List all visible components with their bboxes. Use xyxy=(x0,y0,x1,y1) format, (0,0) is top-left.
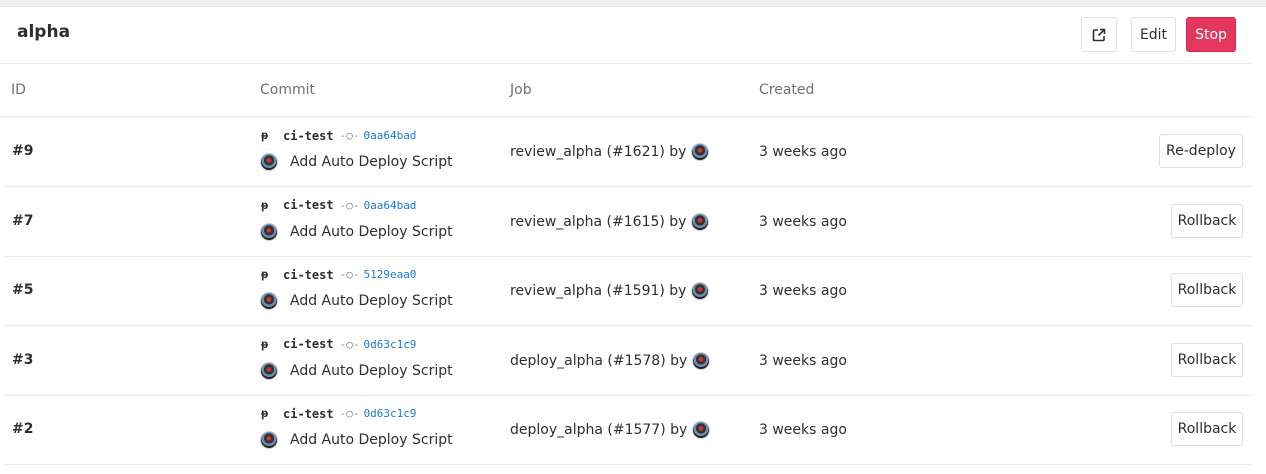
branch-icon: ᵽ xyxy=(261,406,269,420)
commit-icon: -○- xyxy=(339,129,360,142)
commit-ref: ᵽ ci-test -○- 0d63c1c9 xyxy=(261,337,416,352)
branch-icon: ᵽ xyxy=(261,267,269,281)
deployment-id: #2 xyxy=(12,421,34,437)
commit-ref: ᵽ ci-test -○- 5129eaa0 xyxy=(261,267,416,282)
external-link-icon xyxy=(1092,28,1106,41)
top-border xyxy=(0,0,1266,7)
user-avatar[interactable] xyxy=(260,292,278,310)
commit-message-link[interactable]: Add Auto Deploy Script xyxy=(290,363,453,379)
header-commit: Commit xyxy=(260,82,315,98)
commit-sha-link[interactable]: 0aa64bad xyxy=(363,129,416,142)
redeploy-button[interactable]: Re-deploy xyxy=(1159,134,1243,168)
commit-message-link[interactable]: Add Auto Deploy Script xyxy=(290,154,453,170)
branch-icon: ᵽ xyxy=(261,128,269,142)
user-avatar[interactable] xyxy=(692,421,711,439)
created-time: 3 weeks ago xyxy=(759,144,847,160)
deployment-id: #3 xyxy=(12,351,34,368)
user-avatar[interactable] xyxy=(260,431,278,449)
table-row: #3 ᵽ ci-test -○- 0d63c1c9 Add Auto Deplo… xyxy=(4,326,1251,396)
table-row: #5 ᵽ ci-test -○- 5129eaa0 Add Auto Deplo… xyxy=(4,256,1251,326)
commit-message-link[interactable]: Add Auto Deploy Script xyxy=(290,224,453,240)
branch-name-link[interactable]: ci-test xyxy=(283,129,334,143)
created-time: 3 weeks ago xyxy=(759,283,847,299)
job-link[interactable]: review_alpha (#1621) by xyxy=(510,144,686,160)
commit-message-line: Add Auto Deploy Script xyxy=(260,153,453,171)
job-cell: deploy_alpha (#1578) by xyxy=(510,351,711,370)
commit-sha-link[interactable]: 0aa64bad xyxy=(363,199,416,212)
branch-icon: ᵽ xyxy=(261,336,269,351)
job-link[interactable]: review_alpha (#1591) by xyxy=(510,283,686,299)
user-avatar[interactable] xyxy=(260,153,278,171)
commit-icon: -○- xyxy=(339,268,360,281)
user-avatar[interactable] xyxy=(260,222,278,241)
job-link[interactable]: deploy_alpha (#1578) by xyxy=(510,353,687,369)
commit-message-line: Add Auto Deploy Script xyxy=(260,431,453,449)
commit-icon: -○- xyxy=(339,407,360,420)
branch-name-link[interactable]: ci-test xyxy=(283,198,334,212)
edit-button[interactable]: Edit xyxy=(1131,17,1176,52)
user-avatar[interactable] xyxy=(260,361,278,380)
job-cell: review_alpha (#1621) by xyxy=(510,143,710,161)
commit-message-line: Add Auto Deploy Script xyxy=(260,361,453,380)
job-link[interactable]: deploy_alpha (#1577) by xyxy=(510,422,687,438)
commit-message-line: Add Auto Deploy Script xyxy=(260,222,453,241)
deployment-id: #9 xyxy=(12,143,34,159)
user-avatar[interactable] xyxy=(692,351,711,370)
created-time: 3 weeks ago xyxy=(759,213,847,230)
commit-sha-link[interactable]: 5129eaa0 xyxy=(363,268,416,281)
environment-title: alpha xyxy=(17,22,71,42)
table-row: #9 ᵽ ci-test -○- 0aa64bad Add Auto Deplo… xyxy=(4,117,1251,187)
header-id: ID xyxy=(11,82,26,98)
commit-message-line: Add Auto Deploy Script xyxy=(260,292,453,310)
user-avatar[interactable] xyxy=(691,212,710,231)
created-time: 3 weeks ago xyxy=(759,352,847,369)
user-avatar[interactable] xyxy=(691,143,710,161)
job-cell: review_alpha (#1591) by xyxy=(510,282,710,300)
commit-icon: -○- xyxy=(339,198,360,212)
header-created: Created xyxy=(759,82,815,98)
branch-name-link[interactable]: ci-test xyxy=(283,407,334,421)
commit-sha-link[interactable]: 0d63c1c9 xyxy=(363,407,416,420)
environment-header: alpha Edit Stop xyxy=(0,7,1251,64)
table-row: #2 ᵽ ci-test -○- 0d63c1c9 Add Auto Deplo… xyxy=(4,395,1251,465)
commit-sha-link[interactable]: 0d63c1c9 xyxy=(363,338,416,351)
table-row: #7 ᵽ ci-test -○- 0aa64bad Add Auto Deplo… xyxy=(4,187,1251,257)
rollback-button[interactable]: Rollback xyxy=(1171,273,1243,307)
header-job: Job xyxy=(510,82,532,98)
job-link[interactable]: review_alpha (#1615) by xyxy=(510,214,686,230)
user-avatar[interactable] xyxy=(691,282,710,300)
commit-ref: ᵽ ci-test -○- 0aa64bad xyxy=(261,198,416,213)
commit-message-link[interactable]: Add Auto Deploy Script xyxy=(290,293,453,309)
open-external-button[interactable] xyxy=(1081,17,1117,52)
commit-ref: ᵽ ci-test -○- 0aa64bad xyxy=(261,128,416,143)
commit-icon: -○- xyxy=(339,337,360,351)
commit-message-link[interactable]: Add Auto Deploy Script xyxy=(290,432,453,448)
deployment-id: #5 xyxy=(12,282,34,298)
rollback-button[interactable]: Rollback xyxy=(1171,412,1243,446)
deployment-id: #7 xyxy=(12,212,34,229)
branch-icon: ᵽ xyxy=(261,197,269,212)
stop-button[interactable]: Stop xyxy=(1186,17,1236,52)
branch-name-link[interactable]: ci-test xyxy=(283,337,334,351)
created-time: 3 weeks ago xyxy=(759,422,847,438)
table-header: ID Commit Job Created xyxy=(0,64,1251,117)
rollback-button[interactable]: Rollback xyxy=(1171,342,1243,377)
job-cell: deploy_alpha (#1577) by xyxy=(510,421,711,439)
job-cell: review_alpha (#1615) by xyxy=(510,212,710,231)
branch-name-link[interactable]: ci-test xyxy=(283,268,334,282)
commit-ref: ᵽ ci-test -○- 0d63c1c9 xyxy=(261,406,416,421)
rollback-button[interactable]: Rollback xyxy=(1171,203,1243,238)
